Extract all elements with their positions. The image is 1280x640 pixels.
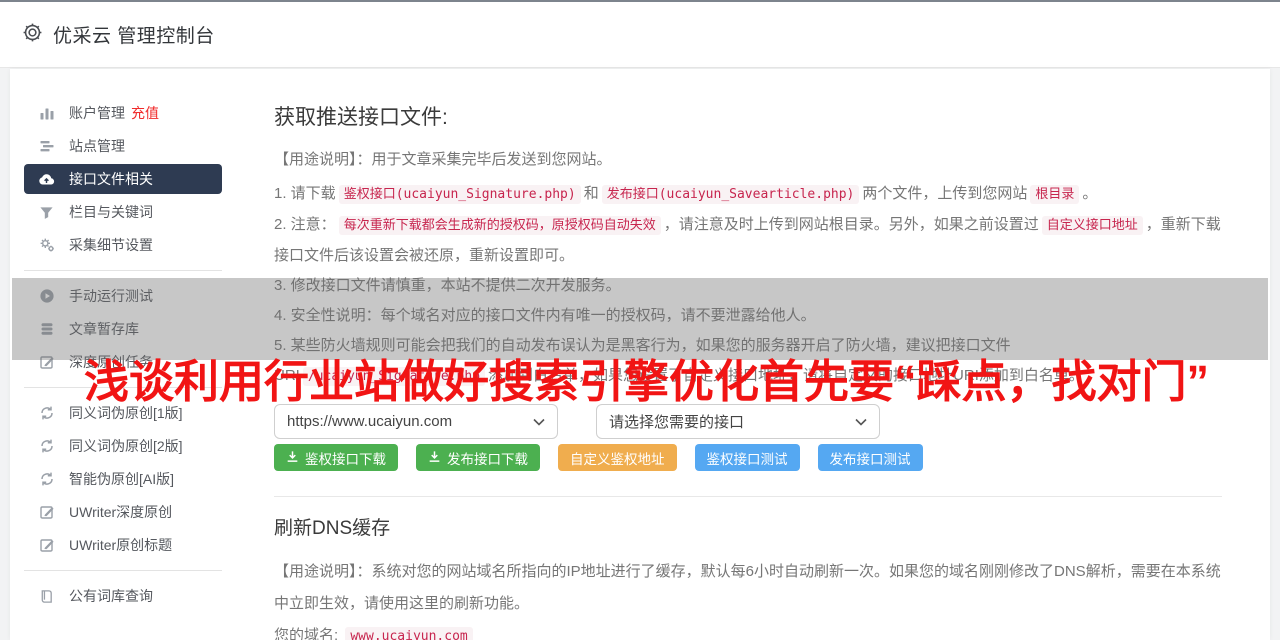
section-divider [274, 496, 1222, 497]
site-select[interactable]: https://www.ucaiyun.com [274, 404, 558, 439]
section-title-push-api: 获取推送接口文件: [274, 106, 448, 129]
auth-api-test-button[interactable]: 鉴权接口测试 [694, 444, 800, 471]
sidebar-item-label: 采集细节设置 [69, 237, 153, 253]
content-card: 账户管理 充值 站点管理 接口文件相关 栏目与关键词 采集细节设置 手动运行测试… [10, 69, 1270, 640]
sidebar-item-sites[interactable]: 站点管理 [24, 131, 222, 161]
sidebar-divider [24, 570, 222, 571]
sidebar-item-uwriter-title[interactable]: UWriter原创标题 [24, 530, 222, 560]
sidebar-divider [24, 270, 222, 271]
guide-item-1: 1. 请下载 鉴权接口(ucaiyun_Signature.php) 和发布接口(u… [274, 185, 1098, 204]
sidebar-item-label: 同义词伪原创[1版] [69, 405, 183, 421]
sidebar-item-label: 公有词库查询 [69, 588, 153, 604]
sidebar-item-collection-settings[interactable]: 采集细节设置 [24, 230, 222, 260]
sidebar-item-synonym-v2[interactable]: 同义词伪原创[2版] [24, 431, 222, 461]
guide-item-3: 3. 修改接口文件请慎重，本站不提供二次开发服务。 [274, 277, 621, 294]
sidebar-item-deep-original-task[interactable]: 深度原创任务 [24, 347, 222, 377]
pen-square-icon [38, 504, 55, 521]
sidebar-item-label: 同义词伪原创[2版] [69, 438, 183, 454]
sidebar-item-label: 接口文件相关 [69, 171, 153, 187]
database-icon [38, 321, 55, 338]
pen-square-icon [38, 537, 55, 554]
api-select[interactable]: 请选择您需要的接口 [596, 404, 880, 439]
sidebar-item-label: UWriter原创标题 [69, 537, 173, 553]
book-icon [38, 588, 55, 605]
code-signature-uri: /ucaiyun_Signature.php [302, 367, 486, 386]
gears-icon [38, 237, 55, 254]
warning-highlight: 每次重新下载都会生成新的授权码，原授权码自动失效 [338, 216, 661, 235]
sidebar-item-label: 智能伪原创[AI版] [69, 471, 175, 487]
cloud-upload-icon [38, 171, 55, 188]
code-custom-api-address: 自定义接口地址 [1041, 216, 1143, 235]
refresh-icon [38, 471, 55, 488]
recharge-link[interactable]: 充值 [131, 105, 159, 121]
code-root-dir: 根目录 [1030, 185, 1080, 204]
list-icon [38, 138, 55, 155]
sidebar-item-label: 手动运行测试 [69, 288, 153, 304]
sidebar-item-ai-rewrite[interactable]: 智能伪原创[AI版] [24, 464, 222, 494]
code-signature-file: 鉴权接口(ucaiyun_Signature.php) [338, 185, 581, 204]
domain-line: 您的域名: www.ucaiyun.com [274, 624, 1222, 640]
filter-icon [38, 204, 55, 221]
play-circle-icon [38, 288, 55, 305]
sidebar-item-label: 站点管理 [69, 138, 125, 154]
pen-square-icon [38, 354, 55, 371]
sidebar: 账户管理 充值 站点管理 接口文件相关 栏目与关键词 采集细节设置 手动运行测试… [10, 69, 238, 640]
code-domain-value: www.ucaiyun.com [345, 627, 473, 640]
sidebar-item-interface-files[interactable]: 接口文件相关 [24, 164, 222, 194]
section-title-dns: 刷新DNS缓存 [274, 518, 391, 539]
sidebar-item-article-buffer[interactable]: 文章暂存库 [24, 314, 222, 344]
sidebar-item-account[interactable]: 账户管理 充值 [24, 98, 222, 128]
selects-row: https://www.ucaiyun.com 请选择您需要的接口 [274, 404, 1222, 439]
sidebar-item-label: 文章暂存库 [69, 321, 139, 337]
publish-api-test-button[interactable]: 发布接口测试 [817, 444, 923, 471]
sidebar-item-label: 账户管理 充值 [69, 105, 159, 121]
download-icon [428, 450, 441, 466]
guide-item-2: 2. 注意： 每次重新下载都会生成新的授权码，原授权码自动失效 ，请注意及时上传到网… [274, 216, 1221, 264]
dns-usage-note: 【用途说明】：系统对您的网站域名所指向的IP地址进行了缓存，默认每6小时自动刷新… [274, 563, 1221, 612]
usage-note: 【用途说明】：用于文章采集完毕后发送到您网站。 [274, 151, 612, 168]
refresh-icon [38, 438, 55, 455]
guide-item-5: 5. 某些防火墙规则可能会把我们的自动发布误认为是黑客行为，如果您的服务器开启了… [274, 337, 1084, 386]
gear-icon [22, 22, 43, 48]
app-title: 优采云 管理控制台 [53, 26, 215, 47]
auth-api-download-button[interactable]: 鉴权接口下载 [274, 444, 398, 471]
sidebar-item-columns-keywords[interactable]: 栏目与关键词 [24, 197, 222, 227]
app-header: 优采云 管理控制台 [0, 2, 1280, 68]
refresh-icon [38, 405, 55, 422]
page: 优采云 管理控制台 账户管理 充值 站点管理 接口文件相关 栏目与关键词 采集细… [0, 0, 1280, 640]
main-content: 获取推送接口文件: 【用途说明】：用于文章采集完毕后发送到您网站。 1. 请下载… [238, 69, 1270, 640]
guide-item-4: 4. 安全性说明：每个域名对应的接口文件内有唯一的授权码，请不要泄露给他人。 [274, 307, 816, 324]
sidebar-item-public-lexicon[interactable]: 公有词库查询 [24, 581, 222, 611]
bar-chart-icon [38, 105, 55, 122]
chevron-down-icon [855, 413, 867, 430]
sidebar-divider [24, 387, 222, 388]
sidebar-item-synonym-v1[interactable]: 同义词伪原创[1版] [24, 398, 222, 428]
chevron-down-icon [533, 413, 545, 430]
buttons-row: 鉴权接口下载 发布接口下载 自定义鉴权地址 鉴权接口测试 发布接口测试 [274, 444, 1222, 471]
download-icon [286, 450, 299, 466]
sidebar-item-label: UWriter深度原创 [69, 504, 173, 520]
publish-api-download-button[interactable]: 发布接口下载 [416, 444, 540, 471]
custom-auth-address-button[interactable]: 自定义鉴权地址 [558, 444, 677, 471]
sidebar-item-label: 栏目与关键词 [69, 204, 153, 220]
sidebar-item-label: 深度原创任务 [69, 354, 153, 370]
sidebar-item-uwriter-deep[interactable]: UWriter深度原创 [24, 497, 222, 527]
code-savearticle-file: 发布接口(ucaiyun_Savearticle.php) [601, 185, 860, 204]
sidebar-item-manual-run-test[interactable]: 手动运行测试 [24, 281, 222, 311]
